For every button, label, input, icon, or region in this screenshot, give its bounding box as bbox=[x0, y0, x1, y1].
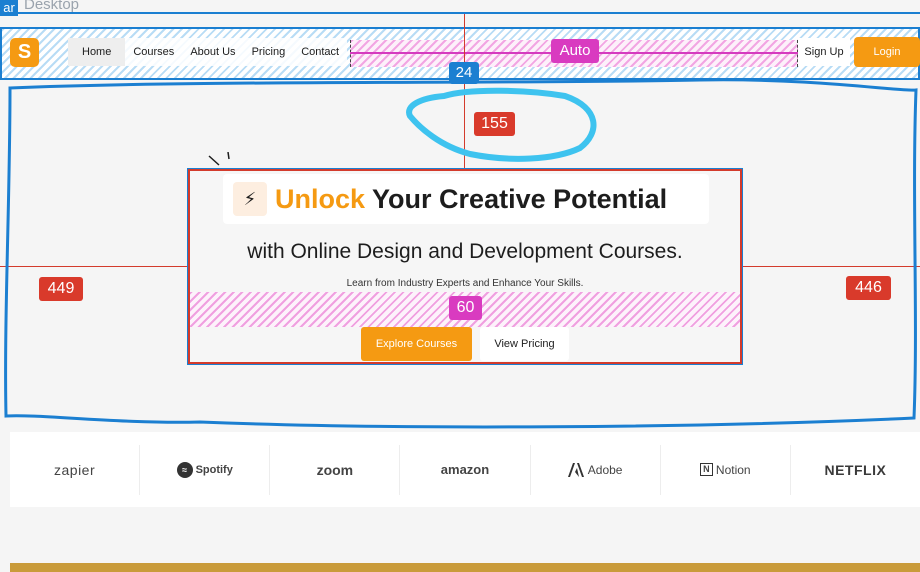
explore-courses-button[interactable]: Explore Courses bbox=[361, 327, 472, 361]
nav-links: Home Courses About Us Pricing Contact bbox=[68, 38, 348, 66]
logo-zoom: zoom bbox=[270, 444, 401, 495]
notion-icon: N bbox=[699, 463, 713, 476]
nav-about-us[interactable]: About Us bbox=[182, 38, 244, 66]
bolt-icon: ⚡︎ bbox=[233, 182, 267, 216]
headline-box: ⚡︎ Unlock Your Creative Potential bbox=[223, 174, 709, 224]
brand-logo[interactable]: S bbox=[10, 38, 39, 67]
frame-border bbox=[0, 12, 920, 14]
right-spacing-badge: 446 bbox=[846, 276, 891, 300]
nav-home[interactable]: Home bbox=[68, 38, 126, 66]
logo-netflix: NETFLIX bbox=[791, 445, 920, 495]
signup-button[interactable]: Sign Up bbox=[798, 38, 850, 66]
amazon-logo-text: amazon bbox=[440, 462, 490, 477]
right-measure-line bbox=[742, 266, 920, 267]
notion-logo-text: Notion bbox=[715, 462, 751, 477]
navbar-gap-badge: 24 bbox=[449, 62, 479, 84]
top-spacing-badge: 155 bbox=[474, 112, 515, 136]
logo-zapier: zapier bbox=[10, 444, 141, 495]
next-section-image-strip bbox=[10, 563, 920, 572]
logo-notion: N Notion bbox=[661, 444, 791, 495]
headline-rest: Your Creative Potential bbox=[365, 183, 668, 214]
hero-subheadline: with Online Design and Development Cours… bbox=[247, 240, 683, 263]
nav-pricing[interactable]: Pricing bbox=[243, 38, 294, 66]
partner-logos-row: zapier ≈ Spotify zoom amazon Adobe N Notio… bbox=[10, 432, 920, 507]
adobe-icon bbox=[567, 462, 584, 477]
vertical-measure-line bbox=[464, 14, 465, 171]
spotify-icon: ≈ bbox=[176, 461, 193, 478]
logo-amazon: amazon bbox=[400, 444, 531, 495]
hero-tagline: Learn from Industry Experts and Enhance … bbox=[346, 278, 584, 289]
adobe-logo-text: Adobe bbox=[587, 462, 623, 477]
view-pricing-button[interactable]: View Pricing bbox=[480, 327, 569, 361]
hero-headline: Unlock Your Creative Potential bbox=[275, 184, 667, 215]
logo-spotify: ≈ Spotify bbox=[140, 444, 271, 495]
auto-spacing-badge: Auto bbox=[551, 39, 599, 63]
inner-spacing-badge: 60 bbox=[449, 296, 482, 320]
netflix-logo-text: NETFLIX bbox=[824, 461, 887, 478]
logo-adobe: Adobe bbox=[531, 444, 661, 495]
login-button[interactable]: Login bbox=[854, 37, 920, 67]
left-measure-line bbox=[0, 266, 188, 267]
zapier-logo-text: zapier bbox=[54, 461, 96, 478]
zoom-logo-text: zoom bbox=[316, 461, 354, 478]
left-spacing-badge: 449 bbox=[39, 277, 83, 301]
nav-contact[interactable]: Contact bbox=[293, 38, 348, 66]
headline-accent: Unlock bbox=[275, 183, 366, 214]
nav-courses[interactable]: Courses bbox=[125, 38, 183, 66]
spotify-logo-text: Spotify bbox=[195, 463, 233, 476]
